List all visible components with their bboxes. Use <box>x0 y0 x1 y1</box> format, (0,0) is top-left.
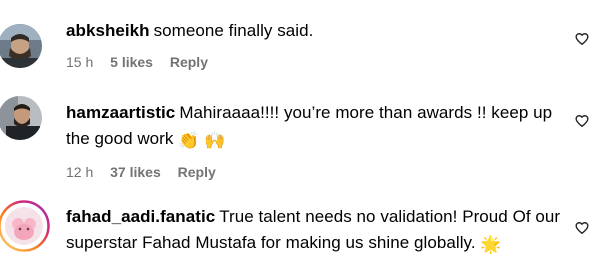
star-emoji: 🌟 <box>480 235 502 254</box>
comment-text: someone finally said. <box>153 21 314 40</box>
comment-time[interactable]: 12 h <box>66 164 93 180</box>
comment-username[interactable]: hamzaartistic <box>66 103 175 122</box>
comment-username[interactable]: abksheikh <box>66 21 150 40</box>
heart-icon[interactable] <box>575 221 589 235</box>
reply-button[interactable]: Reply <box>170 54 208 70</box>
avatar[interactable] <box>0 24 42 68</box>
avatar[interactable] <box>0 96 42 140</box>
avatar-with-story-ring[interactable] <box>0 200 50 252</box>
comment-likes[interactable]: 5 likes <box>110 54 153 70</box>
heart-icon[interactable] <box>575 32 589 46</box>
heart-icon[interactable] <box>575 114 589 128</box>
comment-likes[interactable]: 37 likes <box>110 164 161 180</box>
comment-username[interactable]: fahad_aadi.fanatic <box>66 207 215 226</box>
clap-raised-hands-emoji: 👏 🙌 <box>178 131 226 150</box>
comment-time[interactable]: 15 h <box>66 54 93 70</box>
reply-button[interactable]: Reply <box>178 164 216 180</box>
